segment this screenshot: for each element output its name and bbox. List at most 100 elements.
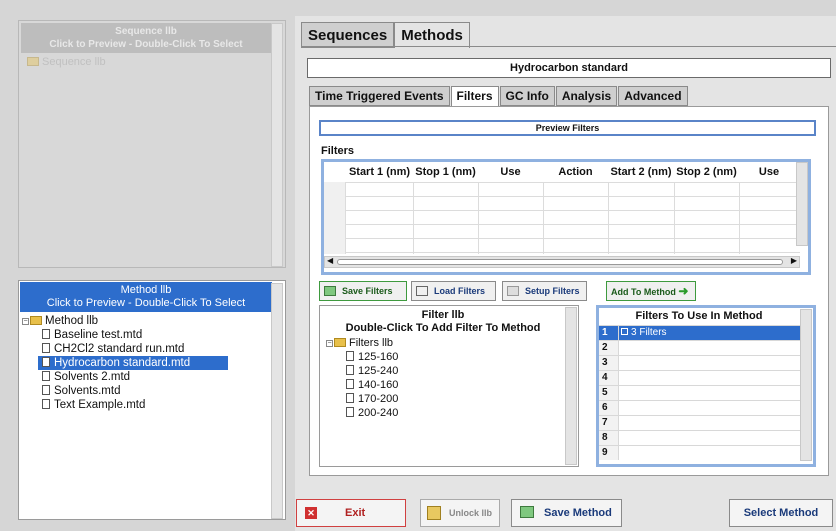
save-method-label: Save Method <box>544 507 612 519</box>
preview-filters-button[interactable]: Preview Filters <box>319 120 816 136</box>
main-tabs: Sequences Methods <box>301 22 470 48</box>
filter-item-label: 125-160 <box>358 351 399 363</box>
file-icon <box>42 371 50 381</box>
filters-to-use-header: Filters To Use In Method <box>635 310 763 322</box>
save-filters-label: Save Filters <box>342 286 393 296</box>
unlock-button[interactable]: Unlock llb <box>420 499 500 527</box>
filters-to-use-scrollbar[interactable] <box>800 309 812 461</box>
folder-open-icon <box>416 286 428 296</box>
sequence-library-header[interactable]: Sequence llb Click to Preview - Double-C… <box>21 23 271 53</box>
tab-methods[interactable]: Methods <box>394 22 470 48</box>
sequence-scrollbar[interactable] <box>271 23 283 267</box>
tab-filters[interactable]: Filters <box>450 86 499 106</box>
filters-to-use-row[interactable]: 2 <box>599 340 802 355</box>
filters-to-use-row[interactable]: 4 <box>599 370 802 385</box>
sequence-library-root[interactable]: Sequence llb <box>27 56 106 68</box>
filter-item[interactable]: 140-160 <box>326 378 398 392</box>
filters-to-use-row[interactable]: 6 <box>599 400 802 415</box>
method-item-label: CH2Cl2 standard run.mtd <box>54 343 185 355</box>
collapse-icon[interactable]: − <box>22 318 29 325</box>
grid-horizontal-scrollbar[interactable]: ◀ ▶ <box>324 256 800 268</box>
file-icon <box>346 365 354 375</box>
tab-analysis[interactable]: Analysis <box>555 86 618 106</box>
checkbox-icon <box>621 328 628 335</box>
close-icon: ✕ <box>305 507 317 519</box>
scroll-right-icon[interactable]: ▶ <box>791 256 797 265</box>
tab-gc-info[interactable]: GC Info <box>499 86 555 106</box>
filters-to-use-row[interactable]: 3 <box>599 355 802 370</box>
add-to-method-label: Add To Method <box>611 287 676 297</box>
add-to-method-button[interactable]: Add To Method ➜ <box>606 281 696 301</box>
exit-button[interactable]: ✕ Exit <box>296 499 406 527</box>
method-item[interactable]: CH2Cl2 standard run.mtd <box>22 342 228 356</box>
filters-tab-content: Preview Filters Filters Start 1 (nm) Sto… <box>309 106 829 476</box>
filters-grid-header: Start 1 (nm) Stop 1 (nm) Use Action Star… <box>324 162 799 182</box>
tools-icon <box>507 286 519 296</box>
load-filters-button[interactable]: Load Filters <box>411 281 496 301</box>
method-item-selected[interactable]: Hydrocarbon standard.mtd <box>38 356 228 370</box>
filters-to-use-row[interactable]: 1 3 Filters <box>599 325 802 340</box>
grid-vertical-scrollbar[interactable] <box>796 162 808 246</box>
scroll-thumb[interactable] <box>337 259 783 265</box>
filter-item[interactable]: 200-240 <box>326 406 398 420</box>
method-library-header[interactable]: Method llb Click to Preview - Double-Cli… <box>20 282 272 312</box>
filters-to-use-panel: Filters To Use In Method 1 3 Filters 2 3 … <box>596 305 816 467</box>
arrow-down-right-icon: ➜ <box>678 284 689 298</box>
tab-sequences[interactable]: Sequences <box>301 22 395 48</box>
filter-item[interactable]: 125-240 <box>326 364 398 378</box>
filters-to-use-row[interactable]: 7 <box>599 415 802 430</box>
method-library-title: Method llb <box>120 284 172 296</box>
sub-tabs: Time Triggered Events Filters GC Info An… <box>309 86 689 106</box>
grid-cells[interactable] <box>346 182 800 254</box>
select-method-button[interactable]: Select Method <box>729 499 833 527</box>
scroll-left-icon[interactable]: ◀ <box>327 256 333 265</box>
save-icon <box>324 286 336 296</box>
method-tree: − Method llb Baseline test.mtd CH2Cl2 sta… <box>22 314 228 412</box>
method-item[interactable]: Baseline test.mtd <box>22 328 228 342</box>
column-header: Start 1 (nm) <box>348 166 411 178</box>
collapse-icon[interactable]: − <box>326 340 333 347</box>
lock-icon <box>427 506 441 520</box>
filters-to-use-row[interactable]: 5 <box>599 385 802 400</box>
column-header: Use <box>500 166 521 178</box>
tab-advanced[interactable]: Advanced <box>618 86 688 106</box>
tab-time-triggered-events[interactable]: Time Triggered Events <box>309 86 450 106</box>
setup-filters-button[interactable]: Setup Filters <box>502 281 587 301</box>
method-item[interactable]: Text Example.mtd <box>22 398 228 412</box>
file-icon <box>346 407 354 417</box>
method-item[interactable]: Solvents 2.mtd <box>22 370 228 384</box>
save-method-button[interactable]: Save Method <box>511 499 622 527</box>
file-icon <box>346 393 354 403</box>
main-area: Sequences Methods Hydrocarbon standard T… <box>295 16 836 531</box>
filter-library-scrollbar[interactable] <box>565 307 577 465</box>
filter-item[interactable]: 125-160 <box>326 350 398 364</box>
grid-row-selector[interactable] <box>324 182 346 254</box>
row-number: 3 <box>599 356 619 370</box>
exit-label: Exit <box>345 507 366 519</box>
column-header: Action <box>558 166 593 178</box>
method-scrollbar[interactable] <box>271 283 283 519</box>
filter-library-panel: Filter llb Double-Click To Add Filter To… <box>319 305 579 467</box>
method-tree-root[interactable]: − Method llb <box>22 314 228 328</box>
filter-tree-root[interactable]: − Filters llb <box>326 336 398 350</box>
row-number: 9 <box>599 446 619 460</box>
filter-item-label: 170-200 <box>358 393 399 405</box>
tab-divider <box>301 46 836 47</box>
save-filters-button[interactable]: Save Filters <box>319 281 407 301</box>
file-icon <box>346 351 354 361</box>
method-library-panel: Method llb Click to Preview - Double-Cli… <box>18 280 286 520</box>
filters-to-use-value: 3 Filters <box>621 326 667 340</box>
file-icon <box>346 379 354 389</box>
filter-item-label: 125-240 <box>358 365 399 377</box>
row-number: 4 <box>599 371 619 385</box>
method-item[interactable]: Solvents.mtd <box>22 384 228 398</box>
filter-root-label: Filters llb <box>349 337 394 349</box>
filters-to-use-row[interactable]: 9 <box>599 445 802 460</box>
file-icon <box>42 343 50 353</box>
filter-item[interactable]: 170-200 <box>326 392 398 406</box>
folder-icon <box>27 57 39 66</box>
file-icon <box>42 329 50 339</box>
filters-to-use-row[interactable]: 8 <box>599 430 802 445</box>
filter-item-label: 200-240 <box>358 407 399 419</box>
column-header: Stop 2 (nm) <box>676 166 737 178</box>
